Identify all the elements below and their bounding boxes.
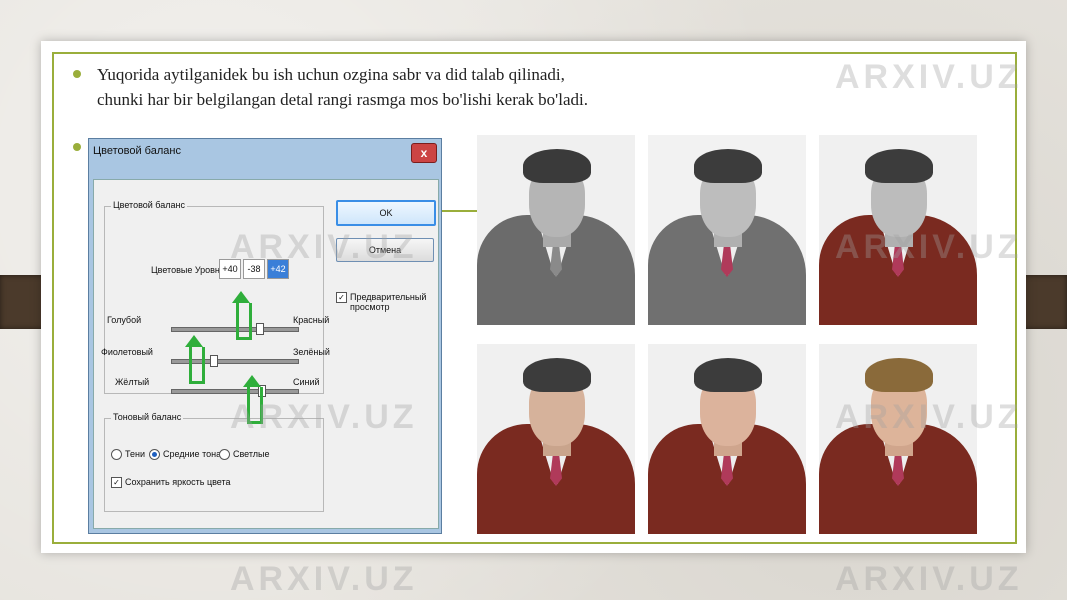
tone-highlights-radio[interactable]: [219, 449, 230, 460]
arrow-up-icon: [243, 375, 261, 387]
slider-1-thumb[interactable]: [256, 323, 264, 335]
color-group-title: Цветовой баланс: [111, 200, 187, 210]
level-input-1[interactable]: +40: [219, 259, 241, 279]
slider-1-track[interactable]: [171, 323, 299, 335]
arrow-shaft-2: [189, 347, 205, 384]
color-balance-group: Цветовой баланс Цветовые Уровни: +40 -38…: [101, 200, 330, 397]
photo-step-5: [648, 344, 806, 534]
level-input-3[interactable]: +42: [267, 259, 289, 279]
slider-2-left-label: Фиолетовый: [101, 347, 153, 357]
photo-step-4: [477, 344, 635, 534]
tone-group-title: Тоновый баланс: [111, 412, 184, 422]
preview-label: Предварительный просмотр: [350, 292, 427, 312]
tone-shadows-radio[interactable]: [111, 449, 122, 460]
slider-2-thumb[interactable]: [210, 355, 218, 367]
arrow-shaft-3: [247, 387, 263, 424]
close-button[interactable]: x: [411, 143, 437, 163]
bullet-text: Yuqorida aytilganidek bu ish uchun ozgin…: [97, 62, 717, 112]
photo-step-1: [477, 135, 635, 325]
slider-3-track[interactable]: [171, 385, 299, 397]
bullet-line-2: chunki har bir belgilangan detal rangi r…: [97, 90, 588, 109]
slider-2-right-label: Зелёный: [293, 347, 330, 357]
photo-step-6: [819, 344, 977, 534]
level-input-2[interactable]: -38: [243, 259, 265, 279]
connector-line: [440, 210, 480, 212]
arrow-up-icon: [185, 335, 203, 347]
photo-step-3: [819, 135, 977, 325]
bullet-marker-2: [73, 143, 81, 151]
bullet-line-1: Yuqorida aytilganidek bu ish uchun ozgin…: [97, 65, 565, 84]
tone-highlights-label: Светлые: [233, 449, 270, 459]
slider-3-left-label: Жёлтый: [115, 377, 150, 387]
cancel-button[interactable]: Отмена: [336, 238, 434, 262]
dialog-body: Цветовой баланс Цветовые Уровни: +40 -38…: [93, 179, 439, 529]
photo-step-2: [648, 135, 806, 325]
slider-1-right-label: Красный: [293, 315, 330, 325]
arrow-shaft-1: [236, 303, 252, 340]
levels-label: Цветовые Уровни:: [151, 265, 228, 275]
slider-3-right-label: Синий: [293, 377, 320, 387]
preserve-luminosity-checkbox[interactable]: ✓: [111, 477, 122, 488]
tone-midtones-radio[interactable]: [149, 449, 160, 460]
tone-midtones-label: Средние тона: [163, 449, 222, 459]
preserve-luminosity-label: Сохранить яркость цвета: [125, 477, 231, 487]
ok-button[interactable]: OK: [336, 200, 436, 226]
arrow-up-icon: [232, 291, 250, 303]
preview-checkbox[interactable]: ✓: [336, 292, 347, 303]
tone-balance-group: Тоновый баланс Тени Средние тона Светлые…: [104, 412, 324, 512]
tone-shadows-label: Тени: [125, 449, 145, 459]
color-balance-dialog: Цветовой баланс x Цветовой баланс Цветов…: [88, 138, 442, 534]
slider-1-left-label: Голубой: [107, 315, 142, 325]
bullet-marker: [73, 70, 81, 78]
dialog-title: Цветовой баланс: [93, 145, 181, 157]
